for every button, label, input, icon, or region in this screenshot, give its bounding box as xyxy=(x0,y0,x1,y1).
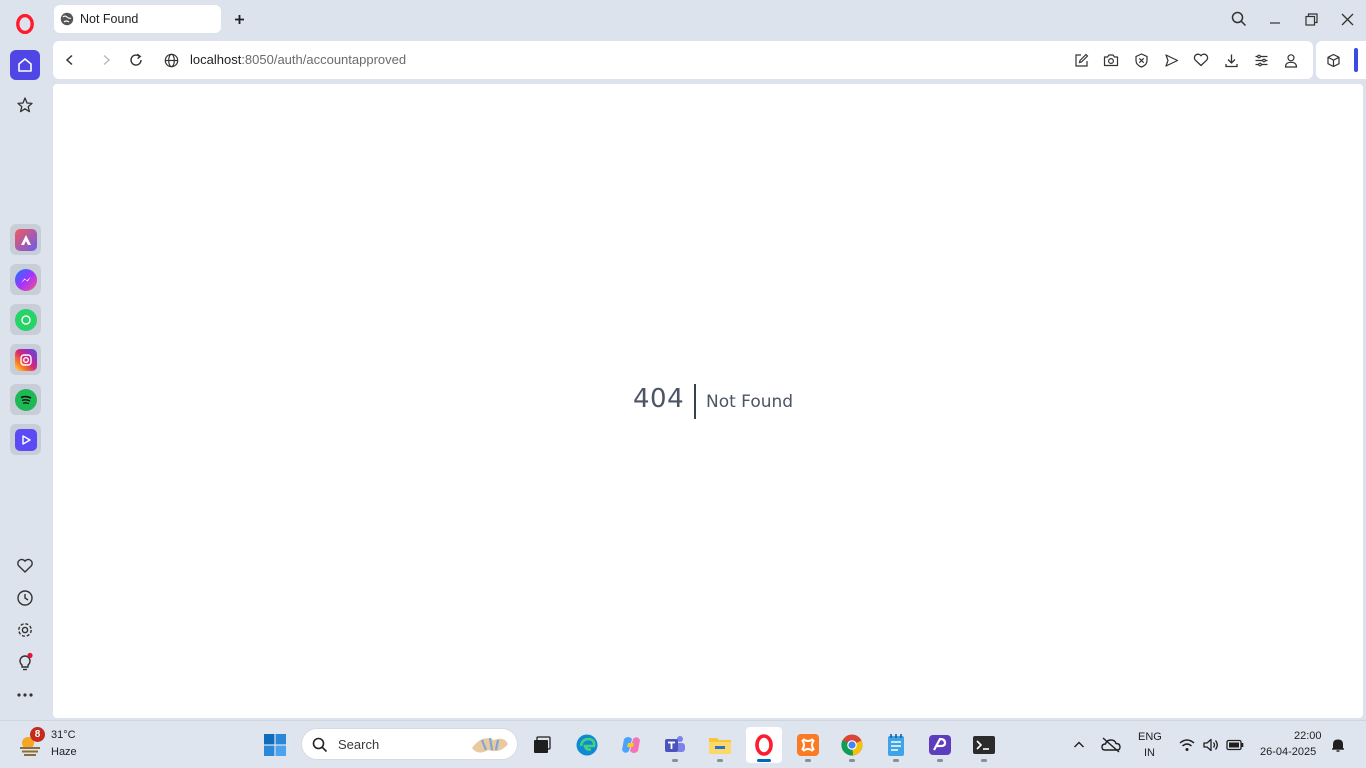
close-button[interactable] xyxy=(1333,6,1361,32)
terminal-icon[interactable] xyxy=(966,727,1002,763)
battery-icon[interactable] xyxy=(1224,727,1246,763)
error-message: Not Found xyxy=(706,392,794,412)
new-tab-button[interactable] xyxy=(228,8,250,30)
opera-active-indicator xyxy=(757,759,771,762)
extensions-area xyxy=(1316,41,1366,79)
tab-strip: Not Found xyxy=(50,0,1366,38)
reload-button[interactable] xyxy=(126,50,146,70)
opera-logo-icon[interactable] xyxy=(10,9,40,39)
sidebar-indicator xyxy=(1354,48,1358,72)
onedrive-offline-icon[interactable] xyxy=(1094,727,1128,763)
home-icon[interactable] xyxy=(10,50,40,80)
search-label: Search xyxy=(338,737,380,752)
chevron-up-icon[interactable] xyxy=(1062,727,1096,763)
remote-running-indicator xyxy=(937,759,943,762)
terminal-running-indicator xyxy=(981,759,987,762)
easy-setup-icon[interactable] xyxy=(1251,50,1271,70)
settings-icon[interactable] xyxy=(10,615,40,645)
url-path: :8050/auth/accountapproved xyxy=(241,52,407,67)
opera-taskbar-icon[interactable] xyxy=(746,727,782,763)
instagram-icon[interactable] xyxy=(10,344,41,375)
clock-time[interactable]: 22:00 xyxy=(1294,730,1322,742)
search-tabs-icon[interactable] xyxy=(1225,6,1253,32)
tab-not-found[interactable]: Not Found xyxy=(54,5,221,33)
clock-date[interactable]: 26-04-2025 xyxy=(1260,746,1316,758)
weather-condition[interactable]: Haze xyxy=(51,746,77,758)
error-divider xyxy=(694,384,696,419)
search-icon xyxy=(312,737,328,753)
language-region[interactable]: IN xyxy=(1144,747,1155,759)
url-host: localhost xyxy=(190,52,242,67)
site-info-globe-icon[interactable] xyxy=(161,50,181,70)
heart-icon[interactable] xyxy=(10,551,40,581)
copilot-icon[interactable] xyxy=(613,727,649,763)
taskbar-search[interactable]: Search xyxy=(301,728,518,760)
extensions-cube-icon[interactable] xyxy=(1323,50,1343,70)
notification-icon[interactable] xyxy=(1328,727,1348,763)
xampp-running-indicator xyxy=(805,759,811,762)
error-code: 404 xyxy=(633,384,685,414)
windows-taskbar: 8 31°C Haze Search ENG IN 22:00 26-04-20… xyxy=(0,720,1366,768)
history-icon[interactable] xyxy=(10,583,40,613)
file-explorer-icon[interactable] xyxy=(702,727,738,763)
language-code[interactable]: ENG xyxy=(1138,731,1162,743)
page-viewport: 404 Not Found xyxy=(53,84,1363,718)
tips-icon[interactable] xyxy=(10,647,40,677)
chrome-running-indicator xyxy=(849,759,855,762)
aria-icon[interactable] xyxy=(10,224,41,255)
minimize-button[interactable] xyxy=(1261,6,1289,32)
weather-temperature[interactable]: 31°C xyxy=(51,729,76,741)
tab-title: Not Found xyxy=(80,12,139,26)
whatsapp-icon[interactable] xyxy=(10,304,41,335)
bookmarks-star-icon[interactable] xyxy=(10,90,40,120)
forward-button[interactable] xyxy=(96,50,116,70)
browser-sidebar xyxy=(0,0,50,720)
messenger-icon[interactable] xyxy=(10,264,41,295)
more-icon[interactable] xyxy=(10,680,40,710)
edge-icon[interactable] xyxy=(569,727,605,763)
task-view-icon[interactable] xyxy=(524,727,560,763)
notepad-running-indicator xyxy=(893,759,899,762)
back-button[interactable] xyxy=(60,50,80,70)
player-icon[interactable] xyxy=(10,424,41,455)
profile-icon[interactable] xyxy=(1281,50,1301,70)
wifi-icon[interactable] xyxy=(1176,727,1198,763)
start-button[interactable] xyxy=(257,727,293,763)
address-field[interactable]: localhost:8050/auth/accountapproved xyxy=(190,52,406,67)
teams-icon[interactable] xyxy=(657,727,693,763)
notepad-icon[interactable] xyxy=(878,727,914,763)
camera-icon[interactable] xyxy=(1101,50,1121,70)
chrome-icon[interactable] xyxy=(834,727,870,763)
teams-running-indicator xyxy=(672,759,678,762)
download-icon[interactable] xyxy=(1221,50,1241,70)
address-toolbar: localhost:8050/auth/accountapproved xyxy=(53,41,1313,79)
restore-button[interactable] xyxy=(1297,6,1325,32)
snapshot-edit-icon[interactable] xyxy=(1071,50,1091,70)
search-highlight-icon xyxy=(472,737,508,753)
remote-app-icon[interactable] xyxy=(922,727,958,763)
globe-icon xyxy=(60,12,74,26)
explorer-running-indicator xyxy=(717,759,723,762)
send-icon[interactable] xyxy=(1161,50,1181,70)
adblock-shield-icon[interactable] xyxy=(1131,50,1151,70)
xampp-icon[interactable] xyxy=(790,727,826,763)
weather-badge: 8 xyxy=(30,727,45,742)
volume-icon[interactable] xyxy=(1200,727,1222,763)
favorite-heart-icon[interactable] xyxy=(1191,50,1211,70)
spotify-icon[interactable] xyxy=(10,384,41,415)
